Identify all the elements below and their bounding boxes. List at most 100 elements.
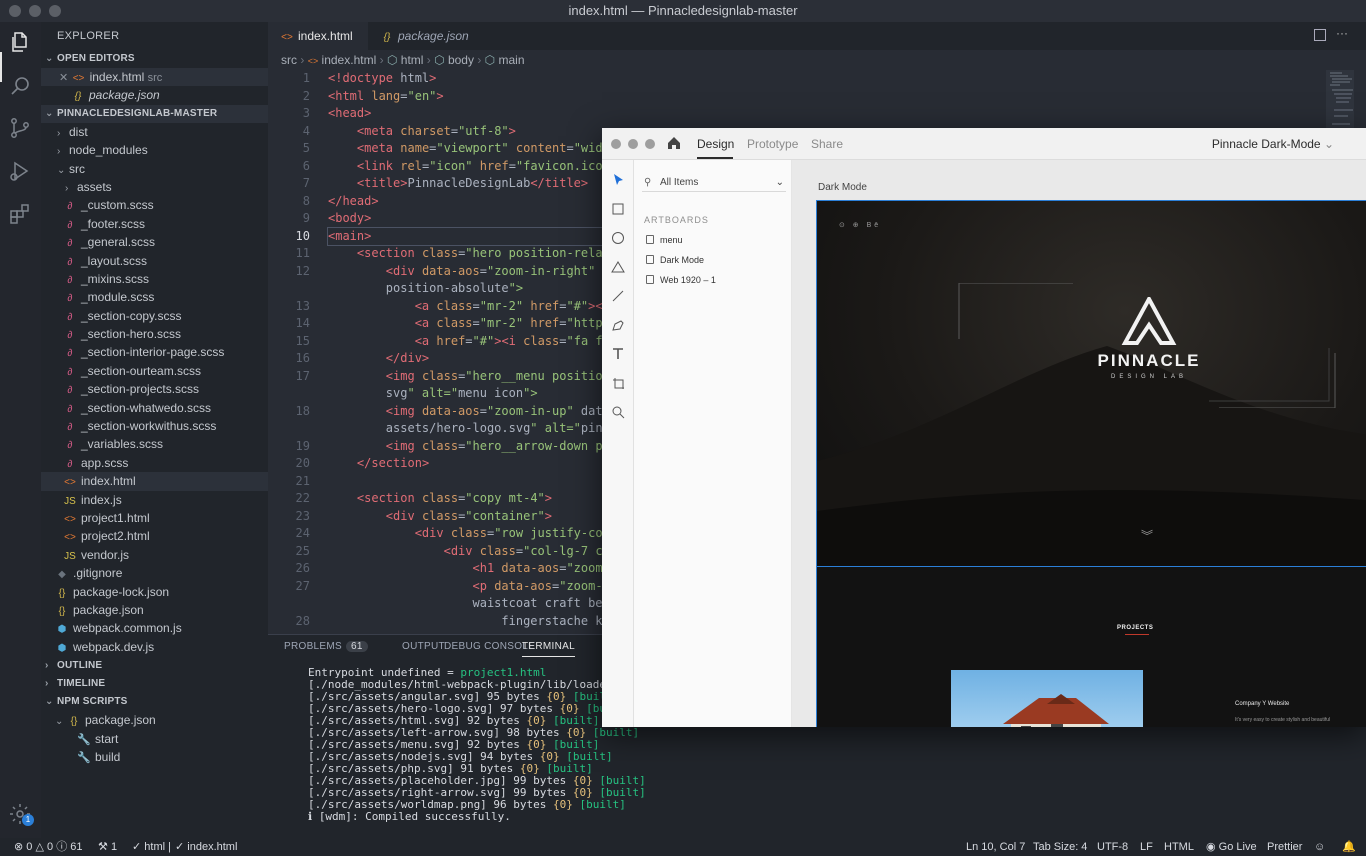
breadcrumb-item[interactable]: src bbox=[281, 53, 297, 67]
code-line[interactable]: svg" alt="menu icon"> bbox=[328, 385, 610, 403]
breadcrumb-item[interactable]: html bbox=[401, 53, 424, 67]
code-line[interactable]: <section class="hero position-relat bbox=[328, 245, 610, 263]
code-line[interactable]: <h1 data-aos="zoom- bbox=[328, 560, 610, 578]
file-item[interactable]: ∂ _section-interior-page.scss bbox=[41, 343, 268, 361]
code-line[interactable] bbox=[328, 473, 610, 491]
breadcrumb-item[interactable]: main bbox=[499, 53, 525, 67]
split-editor-icon[interactable] bbox=[1314, 29, 1326, 41]
file-item[interactable]: JS index.js bbox=[41, 491, 268, 509]
xd-tab-design[interactable]: Design bbox=[697, 137, 734, 151]
xd-canvas[interactable]: Dark Mode ⊙ ⊕ Bē PINNACLE DESIGN LAB ︾ P… bbox=[792, 160, 1366, 727]
more-actions-icon[interactable]: ··· bbox=[1336, 26, 1348, 40]
rectangle-tool-icon[interactable] bbox=[610, 201, 626, 217]
code-line[interactable]: <a class="mr-2" href="#"><i bbox=[328, 298, 610, 316]
code-line[interactable]: <body> bbox=[328, 210, 610, 228]
feedback-icon[interactable]: ☺ bbox=[1314, 838, 1325, 856]
breadcrumb-item[interactable]: index.html bbox=[322, 53, 377, 67]
file-item[interactable]: ∂ _module.scss bbox=[41, 288, 268, 306]
file-item[interactable]: <> index.html bbox=[41, 472, 268, 491]
code-line[interactable]: <html lang="en"> bbox=[328, 88, 610, 106]
artboard-title[interactable]: Dark Mode bbox=[818, 182, 867, 193]
file-item[interactable]: ∂ _section-hero.scss bbox=[41, 325, 268, 343]
file-item[interactable]: ∂ _section-workwithus.scss bbox=[41, 417, 268, 435]
home-icon[interactable] bbox=[666, 135, 682, 151]
file-item[interactable]: ⬢ webpack.common.js bbox=[41, 619, 268, 637]
encoding[interactable]: UTF-8 bbox=[1097, 838, 1128, 856]
code-line[interactable]: <head> bbox=[328, 105, 610, 123]
prettier-status[interactable]: Prettier bbox=[1267, 838, 1302, 856]
code-line[interactable]: <title>PinnacleDesignLab</title> bbox=[328, 175, 610, 193]
file-item[interactable]: JS vendor.js bbox=[41, 546, 268, 564]
polygon-tool-icon[interactable] bbox=[610, 259, 626, 275]
file-item[interactable]: ∂ _mixins.scss bbox=[41, 270, 268, 288]
zoom-tool-icon[interactable] bbox=[610, 404, 626, 420]
explorer-icon[interactable] bbox=[8, 30, 33, 55]
code-line[interactable]: fingerstache ki bbox=[328, 613, 610, 631]
code-line[interactable]: </head> bbox=[328, 193, 610, 211]
search-icon[interactable] bbox=[8, 74, 33, 99]
folder-item[interactable]: ⌄ src bbox=[41, 160, 268, 178]
file-item[interactable]: {} package-lock.json bbox=[41, 583, 268, 601]
file-item[interactable]: ⬢ webpack.dev.js bbox=[41, 638, 268, 656]
problems-status[interactable]: ⊗ 0 △ 0 ⓘ 61 bbox=[14, 838, 83, 856]
breadcrumb-item[interactable]: body bbox=[448, 53, 474, 67]
artboard-item[interactable]: Web 1920 – 1 bbox=[646, 274, 716, 286]
extensions-icon[interactable] bbox=[8, 202, 33, 227]
npm-script-start[interactable]: 🔧 start bbox=[41, 730, 268, 748]
open-editor-item[interactable]: ✕ <> index.html src bbox=[41, 68, 268, 87]
scroll-down-icon[interactable]: ︾ bbox=[1141, 527, 1153, 544]
artboard-tool-icon[interactable] bbox=[610, 375, 626, 391]
code-line[interactable]: <meta charset="utf-8"> bbox=[328, 123, 610, 141]
code-line[interactable]: <div class="row justify-con bbox=[328, 525, 610, 543]
folder-item[interactable]: › dist bbox=[41, 123, 268, 141]
npm-scripts-header[interactable]: ⌄ NPM SCRIPTS bbox=[41, 693, 268, 711]
code-content[interactable]: <!doctype html> <html lang="en"> <head> <m… bbox=[327, 70, 611, 631]
line-tool-icon[interactable] bbox=[610, 288, 626, 304]
ports-status[interactable]: ⚒ 1 bbox=[98, 838, 117, 856]
dark-mode-artboard[interactable]: ⊙ ⊕ Bē PINNACLE DESIGN LAB ︾ PROJECTS Co… bbox=[816, 200, 1366, 727]
artboard-item[interactable]: menu bbox=[646, 234, 683, 246]
window-controls[interactable] bbox=[9, 5, 61, 17]
code-line[interactable]: <a class="mr-2" href="https bbox=[328, 315, 610, 333]
outline-header[interactable]: › OUTLINE bbox=[41, 657, 268, 675]
project-image[interactable] bbox=[951, 670, 1143, 727]
code-line[interactable]: <link rel="icon" href="favicon.ico" bbox=[328, 158, 610, 176]
file-item[interactable]: ∂ _custom.scss bbox=[41, 196, 268, 214]
xd-layer-filter[interactable]: ⚲ All Items ⌄ bbox=[642, 174, 786, 192]
pen-tool-icon[interactable] bbox=[610, 317, 626, 333]
notifications-icon[interactable]: 🔔 bbox=[1342, 838, 1356, 856]
code-line[interactable]: <div class="container"> bbox=[328, 508, 610, 526]
file-item[interactable]: ◆ .gitignore bbox=[41, 564, 268, 582]
artboard-item[interactable]: Dark Mode bbox=[646, 254, 704, 266]
open-editors-header[interactable]: ⌄ OPEN EDITORS bbox=[41, 50, 268, 68]
code-line[interactable]: </section> bbox=[328, 455, 610, 473]
open-editor-item[interactable]: {} package.json bbox=[41, 86, 268, 104]
file-item[interactable]: <> project2.html bbox=[41, 527, 268, 545]
terminal-output[interactable]: Entrypoint undefined = project1.html [./n… bbox=[308, 667, 646, 823]
npm-package-item[interactable]: ⌄{} package.json bbox=[41, 711, 268, 729]
file-check-status[interactable]: ✓ index.html bbox=[175, 838, 237, 856]
code-line[interactable]: <img class="hero__menu position bbox=[328, 368, 610, 386]
ellipse-tool-icon[interactable] bbox=[610, 230, 626, 246]
folder-item[interactable]: › node_modules bbox=[41, 141, 268, 159]
code-line[interactable]: waistcoat craft bee bbox=[328, 595, 610, 613]
tab-output[interactable]: OUTPUT bbox=[402, 641, 445, 652]
file-item[interactable]: ∂ _section-whatwedo.scss bbox=[41, 399, 268, 417]
code-line[interactable]: <img class="hero__arrow-down po bbox=[328, 438, 610, 456]
cursor-position[interactable]: Ln 10, Col 7 bbox=[966, 838, 1025, 856]
end-of-line[interactable]: LF bbox=[1140, 838, 1153, 856]
code-line[interactable]: <img data-aos="zoom-in-up" data bbox=[328, 403, 610, 421]
source-control-icon[interactable] bbox=[8, 116, 33, 141]
xd-tab-prototype[interactable]: Prototype bbox=[747, 137, 798, 151]
file-item[interactable]: ∂ _variables.scss bbox=[41, 435, 268, 453]
tab-problems[interactable]: PROBLEMS 61 bbox=[284, 641, 368, 652]
code-line[interactable]: </div> bbox=[328, 350, 610, 368]
html-check-status[interactable]: ✓ html | bbox=[132, 838, 171, 856]
xd-window-controls[interactable] bbox=[611, 139, 655, 149]
timeline-header[interactable]: › TIMELINE bbox=[41, 675, 268, 693]
code-line[interactable]: position-absolute"> bbox=[328, 280, 610, 298]
file-item[interactable]: ∂ app.scss bbox=[41, 454, 268, 472]
code-line[interactable]: <!doctype html> bbox=[328, 70, 610, 88]
file-item[interactable]: ∂ _general.scss bbox=[41, 233, 268, 251]
xd-document-name[interactable]: Pinnacle Dark-Mode ⌄ bbox=[1212, 137, 1334, 151]
